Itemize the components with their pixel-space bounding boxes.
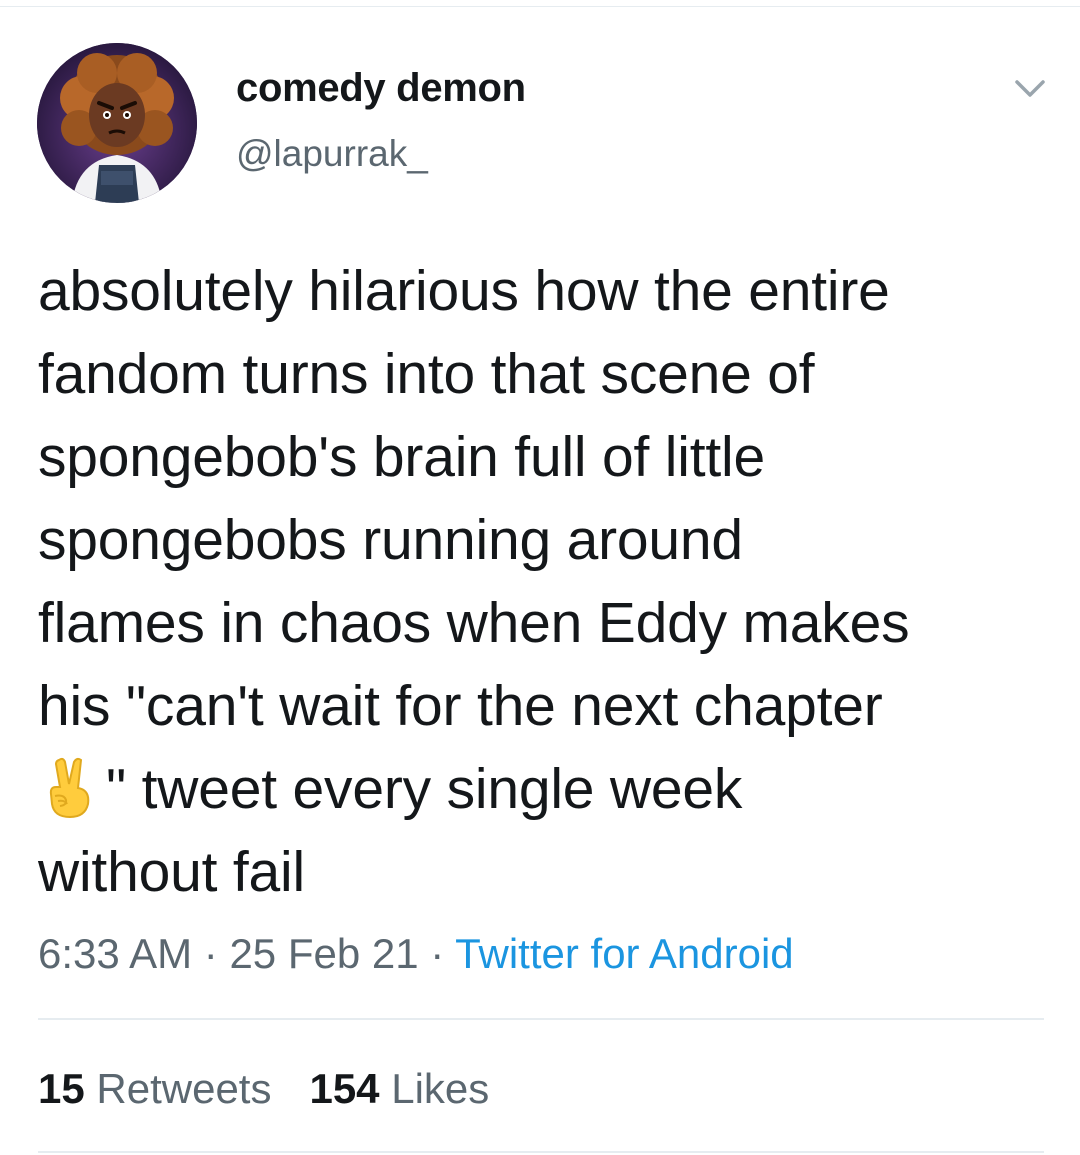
chevron-down-icon[interactable] bbox=[1012, 74, 1048, 104]
tweet-time: 6:33 AM bbox=[38, 930, 193, 977]
tweet-meta: 6:33 AM · 25 Feb 21 · Twitter for Androi… bbox=[38, 926, 794, 982]
likes-count: 154 bbox=[309, 1065, 380, 1112]
divider bbox=[38, 1018, 1044, 1020]
tweet-date: 25 Feb 21 bbox=[229, 930, 419, 977]
author-block[interactable]: comedy demon @lapurrak_ bbox=[236, 62, 526, 178]
divider bbox=[38, 1151, 1044, 1153]
likes-stat[interactable]: 154 Likes bbox=[309, 1065, 489, 1112]
victory-hand-emoji-icon bbox=[38, 754, 100, 820]
meta-separator: · bbox=[192, 930, 230, 977]
tweet-text-part-2: " tweet every single week without fail bbox=[38, 757, 743, 904]
user-handle[interactable]: @lapurrak_ bbox=[236, 130, 526, 178]
top-divider bbox=[0, 6, 1080, 7]
likes-label: Likes bbox=[391, 1065, 490, 1112]
avatar-illustration bbox=[37, 43, 197, 203]
retweets-count: 15 bbox=[38, 1065, 85, 1112]
retweets-label: Retweets bbox=[96, 1065, 272, 1112]
tweet-text: absolutely hilarious how the entire fand… bbox=[38, 250, 1048, 914]
retweets-stat[interactable]: 15 Retweets bbox=[38, 1065, 271, 1112]
avatar[interactable] bbox=[37, 43, 197, 203]
display-name[interactable]: comedy demon bbox=[236, 62, 526, 114]
tweet-text-part-1: absolutely hilarious how the entire fand… bbox=[38, 259, 910, 738]
tweet-stats: 15 Retweets 154 Likes bbox=[38, 1062, 489, 1116]
meta-separator: · bbox=[418, 930, 456, 977]
tweet-source-link[interactable]: Twitter for Android bbox=[455, 930, 793, 977]
